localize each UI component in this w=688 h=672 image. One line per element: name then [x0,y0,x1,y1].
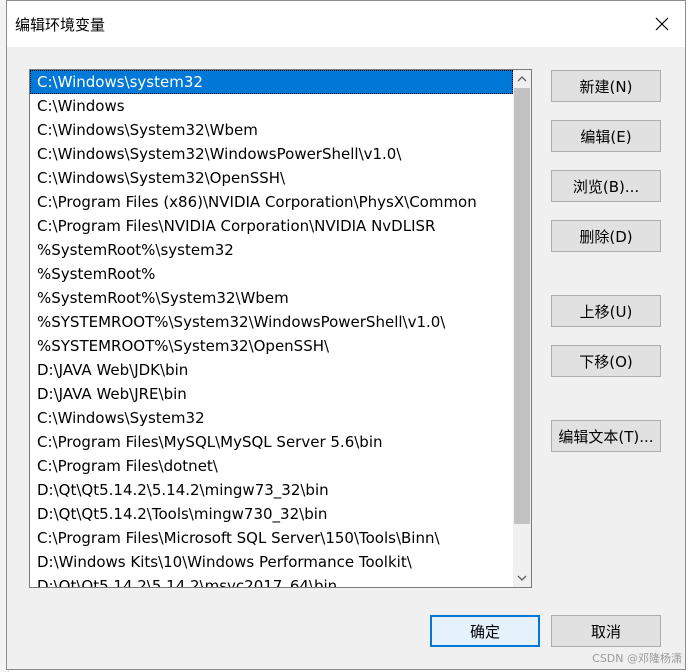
path-list-item[interactable]: C:\Windows [30,94,513,118]
move-up-button[interactable]: 上移(U) [551,295,661,327]
browse-button[interactable]: 浏览(B)... [551,170,661,202]
path-list-item[interactable]: D:\Qt\Qt5.14.2\5.14.2\mingw73_32\bin [30,478,513,502]
path-list-item[interactable]: C:\Windows\System32\OpenSSH\ [30,166,513,190]
edit-button[interactable]: 编辑(E) [551,120,661,152]
path-list-item[interactable]: D:\Qt\Qt5.14.2\5.14.2\msvc2017_64\bin [30,574,513,587]
path-list-item[interactable]: %SYSTEMROOT%\System32\OpenSSH\ [30,334,513,358]
chevron-up-icon [517,76,527,82]
path-list-item[interactable]: %SystemRoot%\system32 [30,238,513,262]
chevron-down-icon [517,575,527,581]
path-list-item[interactable]: C:\Program Files\MySQL\MySQL Server 5.6\… [30,430,513,454]
new-button[interactable]: 新建(N) [551,70,661,102]
path-list-item[interactable]: C:\Windows\System32\Wbem [30,118,513,142]
title-bar: 编辑环境变量 [7,1,685,47]
path-list-item[interactable]: %SystemRoot%\System32\Wbem [30,286,513,310]
close-button[interactable] [639,1,685,47]
edit-env-variable-dialog: 编辑环境变量 C:\Windows\system32 C:\Windows C:\W… [6,0,686,670]
path-list-item[interactable]: D:\JAVA Web\JDK\bin [30,358,513,382]
ok-button[interactable]: 确定 [430,615,540,647]
close-icon [655,17,669,31]
move-down-button[interactable]: 下移(O) [551,345,661,377]
path-list-item[interactable]: C:\Program Files\NVIDIA Corporation\NVID… [30,214,513,238]
path-list-item[interactable]: %SystemRoot% [30,262,513,286]
vertical-scrollbar[interactable] [513,70,531,587]
watermark: CSDN @邓隆杨潇 [592,652,682,665]
path-list-item[interactable]: %SYSTEMROOT%\System32\WindowsPowerShell\… [30,310,513,334]
path-list-item[interactable]: C:\Program Files\Microsoft SQL Server\15… [30,526,513,550]
scroll-down-button[interactable] [513,569,531,587]
path-list-item[interactable]: D:\JAVA Web\JRE\bin [30,382,513,406]
path-list-item[interactable]: C:\Windows\System32\WindowsPowerShell\v1… [30,142,513,166]
delete-button[interactable]: 删除(D) [551,220,661,252]
path-list: C:\Windows\system32 C:\Windows C:\Windows\… [30,70,513,587]
path-listbox[interactable]: C:\Windows\system32 C:\Windows C:\Windows\… [29,69,532,588]
path-list-item[interactable]: C:\Windows\system32 [30,70,513,94]
path-list-item[interactable]: D:\Qt\Qt5.14.2\Tools\mingw730_32\bin [30,502,513,526]
path-list-item[interactable]: C:\Program Files (x86)\NVIDIA Corporatio… [30,190,513,214]
scroll-up-button[interactable] [513,70,531,88]
cancel-button[interactable]: 取消 [551,615,661,647]
path-list-item[interactable]: C:\Windows\System32 [30,406,513,430]
dialog-title: 编辑环境变量 [15,16,106,34]
path-list-item[interactable]: C:\Program Files\dotnet\ [30,454,513,478]
scrollbar-thumb[interactable] [514,88,530,524]
edit-text-button[interactable]: 编辑文本(T)... [551,420,661,452]
path-list-item[interactable]: D:\Windows Kits\10\Windows Performance T… [30,550,513,574]
